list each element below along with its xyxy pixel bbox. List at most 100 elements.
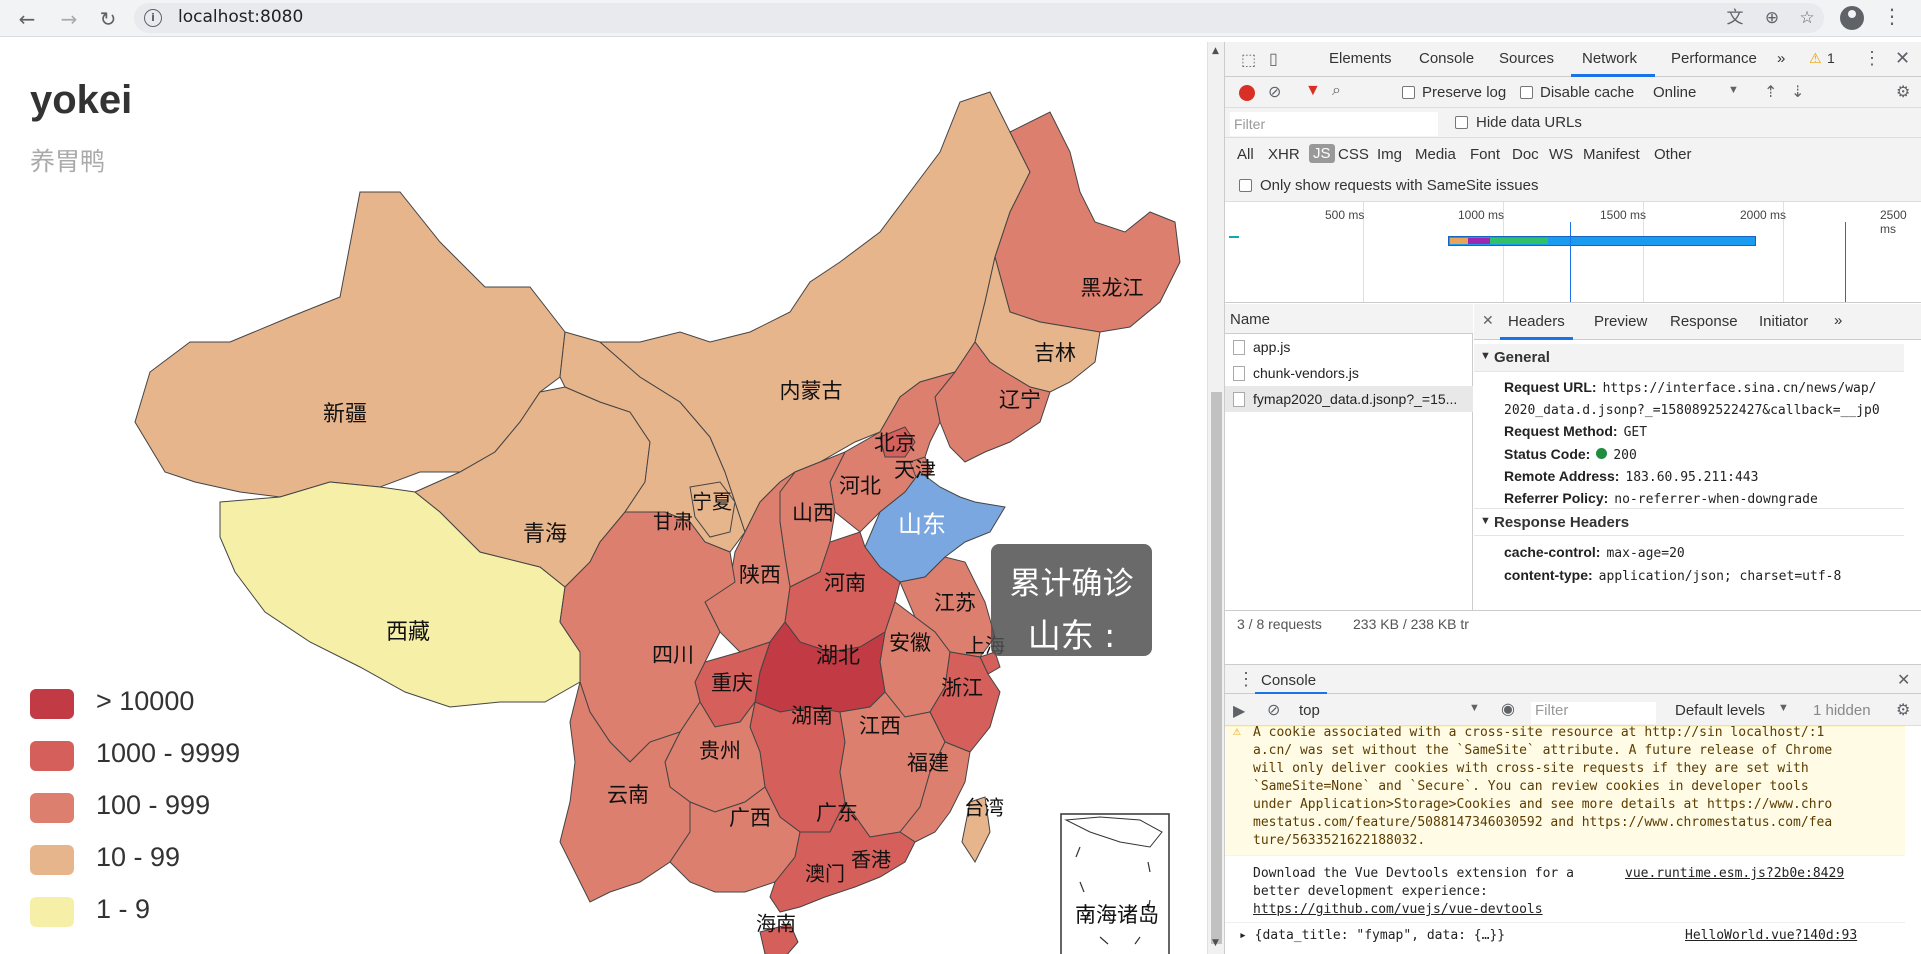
tab-response[interactable]: Response xyxy=(1670,313,1738,330)
close-icon[interactable]: ✕ xyxy=(1895,48,1910,69)
filter-icon[interactable]: ▼ xyxy=(1305,82,1321,100)
warning-count[interactable]: 1 xyxy=(1827,50,1835,66)
console-settings-icon[interactable]: ⚙ xyxy=(1896,700,1910,720)
devtools-menu-icon[interactable]: ⋮ xyxy=(1863,48,1881,69)
timeline-label: 2500 ms xyxy=(1880,208,1907,236)
reload-icon[interactable]: ↻ xyxy=(94,5,122,33)
disable-cache-checkbox[interactable] xyxy=(1520,86,1533,99)
timeline-mark xyxy=(1229,236,1239,238)
forward-icon[interactable]: → xyxy=(55,5,83,33)
province-label-sichuan: 四川 xyxy=(652,643,694,667)
network-overview[interactable]: 500 ms 1000 ms 1500 ms 2000 ms 2500 ms xyxy=(1225,202,1921,303)
record-icon[interactable] xyxy=(1239,85,1255,101)
clear-icon[interactable]: ⊘ xyxy=(1268,82,1281,102)
type-all[interactable]: All xyxy=(1237,146,1254,163)
request-row[interactable]: app.js xyxy=(1225,334,1473,360)
preserve-log-checkbox[interactable] xyxy=(1402,86,1415,99)
header-kv: Request URL: https://interface.sina.cn/ne… xyxy=(1504,379,1877,396)
type-css[interactable]: CSS xyxy=(1338,146,1369,163)
type-doc[interactable]: Doc xyxy=(1512,146,1539,163)
source-link[interactable]: vue.runtime.esm.js?2b0e:8429 xyxy=(1625,866,1844,881)
context-select[interactable]: top xyxy=(1299,702,1320,719)
scroll-down-icon[interactable]: ▼ xyxy=(1212,938,1219,948)
tab-preview[interactable]: Preview xyxy=(1594,313,1647,330)
legend-item[interactable]: > 10000 xyxy=(30,684,290,724)
eye-icon[interactable]: ◉ xyxy=(1501,699,1515,719)
close-details-icon[interactable]: ✕ xyxy=(1482,312,1494,329)
console-messages: ⚠ A cookie associated with a cross-site … xyxy=(1225,724,1905,954)
request-row[interactable]: chunk-vendors.js xyxy=(1225,360,1473,386)
collapse-icon: ▼ xyxy=(1480,515,1491,527)
scroll-up-icon[interactable]: ▲ xyxy=(1212,46,1219,56)
tab-network[interactable]: Network xyxy=(1582,50,1637,67)
chrome-menu-icon[interactable]: ⋮ xyxy=(1882,4,1902,28)
url-text[interactable]: localhost:8080 xyxy=(178,7,303,27)
request-row-selected[interactable]: fymap2020_data.d.jsonp?_=15... xyxy=(1225,386,1473,412)
tooltip-title: 累计确诊 xyxy=(1009,566,1134,602)
star-icon[interactable]: ☆ xyxy=(1796,7,1818,29)
type-img[interactable]: Img xyxy=(1377,146,1402,163)
general-section[interactable]: ▼ General xyxy=(1474,344,1904,372)
console-tab[interactable]: Console xyxy=(1261,672,1316,689)
filter-input[interactable]: Filter xyxy=(1230,112,1438,136)
translate-icon[interactable]: 文 xyxy=(1724,7,1746,29)
tab-sources[interactable]: Sources xyxy=(1499,50,1554,67)
chevron-down-icon[interactable]: ▼ xyxy=(1469,702,1480,714)
more-detail-tabs-icon[interactable]: » xyxy=(1834,312,1842,329)
zoom-icon[interactable]: ⊕ xyxy=(1761,7,1783,29)
inspect-icon[interactable]: ⬚ xyxy=(1241,50,1256,70)
log-levels-select[interactable]: Default levels xyxy=(1675,702,1765,719)
province-label-xizang: 西藏 xyxy=(385,620,431,645)
device-toggle-icon[interactable]: ▯ xyxy=(1269,49,1278,69)
scroll-thumb[interactable] xyxy=(1211,392,1222,944)
type-xhr[interactable]: XHR xyxy=(1268,146,1300,163)
clear-console-icon[interactable]: ⊘ xyxy=(1267,700,1280,720)
hide-data-urls-checkbox[interactable] xyxy=(1455,116,1468,129)
tab-initiator[interactable]: Initiator xyxy=(1759,313,1808,330)
download-icon[interactable]: ⇣ xyxy=(1791,82,1804,102)
province-label-ningxia: 宁夏 xyxy=(692,489,732,514)
chevron-down-icon[interactable]: ▼ xyxy=(1728,84,1739,96)
warning-line: will only deliver cookies with cross-sit… xyxy=(1253,761,1809,776)
tab-headers[interactable]: Headers xyxy=(1508,313,1565,330)
warning-icon[interactable]: ⚠ xyxy=(1809,50,1822,67)
source-link[interactable]: HelloWorld.vue?140d:93 xyxy=(1685,928,1857,943)
info-icon[interactable]: i xyxy=(144,9,162,27)
legend-item[interactable]: 1000 - 9999 xyxy=(30,736,290,776)
response-headers-section[interactable]: ▼ Response Headers xyxy=(1474,508,1904,536)
tab-console[interactable]: Console xyxy=(1419,50,1474,67)
type-font[interactable]: Font xyxy=(1470,146,1500,163)
chevron-down-icon[interactable]: ▼ xyxy=(1778,702,1789,714)
back-icon[interactable]: ← xyxy=(13,5,41,33)
type-media[interactable]: Media xyxy=(1415,146,1456,163)
type-ws[interactable]: WS xyxy=(1549,146,1573,163)
name-column-header[interactable]: Name xyxy=(1225,304,1473,334)
type-other[interactable]: Other xyxy=(1654,146,1692,163)
search-icon[interactable]: ⌕ xyxy=(1332,82,1341,100)
console-object[interactable]: ▸ {data_title: "fymap", data: {…}} xyxy=(1239,928,1505,943)
close-drawer-icon[interactable]: ✕ xyxy=(1897,670,1910,690)
console-filter-input[interactable]: Filter xyxy=(1531,702,1656,724)
samesite-checkbox[interactable] xyxy=(1239,179,1252,192)
drawer-menu-icon[interactable]: ⋮ xyxy=(1237,669,1255,690)
hidden-count: 1 hidden xyxy=(1813,702,1871,719)
page-scrollbar[interactable]: ▲ ▼ xyxy=(1207,42,1224,954)
tab-performance[interactable]: Performance xyxy=(1671,50,1757,67)
type-js[interactable]: JS xyxy=(1309,144,1335,163)
vue-devtools-link[interactable]: https://github.com/vuejs/vue-devtools xyxy=(1253,902,1543,917)
address-bar[interactable]: i localhost:8080 文 ⊕ ☆ xyxy=(134,3,1824,33)
more-tabs-icon[interactable]: » xyxy=(1777,50,1785,67)
throttle-select[interactable]: Online xyxy=(1653,84,1696,101)
profile-avatar-icon[interactable] xyxy=(1840,6,1864,30)
network-status-bar: 3 / 8 requests 233 KB / 238 KB tr xyxy=(1225,610,1921,636)
page-subtitle: 养胃鸭 xyxy=(30,147,106,176)
settings-gear-icon[interactable]: ⚙ xyxy=(1896,82,1910,102)
upload-icon[interactable]: ⇡ xyxy=(1764,82,1777,102)
tab-elements[interactable]: Elements xyxy=(1329,50,1392,67)
legend-item[interactable]: 1 - 9 xyxy=(30,892,290,932)
legend-item[interactable]: 100 - 999 xyxy=(30,788,290,828)
request-name: fymap2020_data.d.jsonp?_=15... xyxy=(1253,391,1458,407)
type-manifest[interactable]: Manifest xyxy=(1583,146,1640,163)
legend-item[interactable]: 10 - 99 xyxy=(30,840,290,880)
sidebar-toggle-icon[interactable]: ▶ xyxy=(1233,701,1245,721)
